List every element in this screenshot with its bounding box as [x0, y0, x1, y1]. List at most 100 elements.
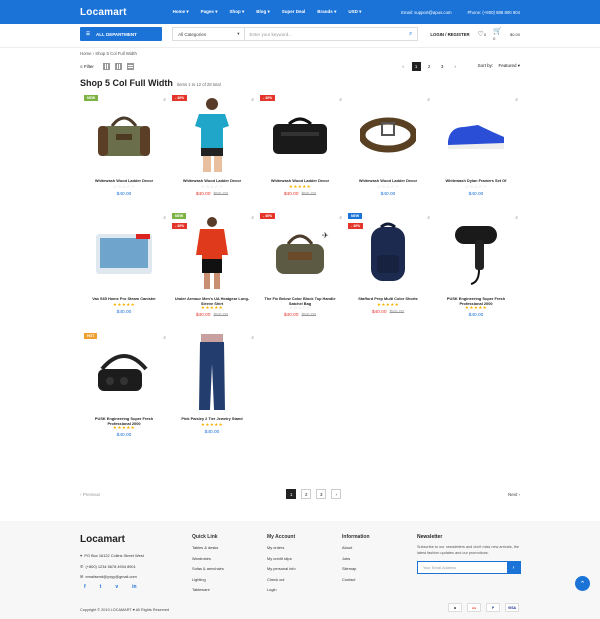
product-card[interactable]: ⌕ Whitewash Wood Ladder Decor ☆☆☆☆☆ $40.…	[344, 95, 432, 205]
product-image-jeans[interactable]	[176, 333, 248, 413]
email-text[interactable]: Email: support@apus.com	[401, 10, 451, 15]
dense-grid-view-icon[interactable]	[114, 62, 122, 70]
sort-select[interactable]: Sort by: Featured ▾	[478, 63, 520, 69]
footer-link[interactable]: Tableware	[192, 585, 224, 596]
nav-blog[interactable]: Blog ▾	[256, 9, 270, 15]
next-link[interactable]: Next ›	[508, 492, 520, 497]
footer-link[interactable]: Check out	[267, 575, 296, 586]
product-card[interactable]: ⌕ Whitewash Dylan Framers Set Of ☆☆☆☆☆ $…	[432, 95, 520, 205]
product-name[interactable]: Whitewash Wood Ladder Decor	[172, 178, 252, 183]
product-name[interactable]: Pink Paisley 2 Tier Jewelry Stand	[172, 416, 252, 421]
facebook-icon[interactable]: f	[84, 584, 86, 590]
footer-phone[interactable]: (+800) 1234 5678 4934 8901	[85, 564, 135, 569]
cart-icon[interactable]: 🛒0	[493, 27, 503, 42]
send-icon[interactable]: ›	[507, 562, 520, 573]
footer-email[interactable]: emailsend@yoyy@gmail.com	[85, 574, 136, 579]
footer-link[interactable]: Sitemap	[342, 564, 370, 575]
footer-link[interactable]: Lighting	[192, 575, 224, 586]
footer-link[interactable]: About	[342, 543, 370, 554]
product-card[interactable]: ⌕ Vax S65 Home Pro Steam Canister ★★★★★ …	[80, 213, 168, 323]
product-image-blue-sneaker[interactable]	[440, 95, 512, 175]
prev-page-icon[interactable]: ‹	[399, 62, 408, 71]
page-1[interactable]: 1	[286, 489, 297, 499]
footer-link[interactable]: My orders	[267, 543, 296, 554]
product-name[interactable]: Whitewash Dylan Framers Set Of	[436, 178, 516, 183]
quick-view-icon[interactable]: ⌕	[163, 335, 166, 341]
product-image-satchel-bag[interactable]: ✈	[264, 213, 336, 293]
footer-link[interactable]: Tables & desks	[192, 543, 224, 554]
footer-logo[interactable]: Locamart	[80, 534, 125, 545]
product-card[interactable]: ⌕ Pink Paisley 2 Tier Jewelry Stand ★★★★…	[168, 333, 256, 443]
quick-view-icon[interactable]: ⌕	[427, 97, 430, 103]
quick-view-icon[interactable]: ⌕	[339, 215, 342, 221]
product-name[interactable]: Stafford Prep Multi Color Shorts	[348, 296, 428, 301]
footer-link[interactable]: My personal info	[267, 564, 296, 575]
product-name[interactable]: Vax S65 Home Pro Steam Canister	[84, 296, 164, 301]
product-card[interactable]: ✈ - 40% ⌕ The Fix Below Color Block Top …	[256, 213, 344, 323]
product-image-vr-headset[interactable]	[88, 333, 160, 413]
quick-view-icon[interactable]: ⌕	[427, 215, 430, 221]
filter-button[interactable]: ≡ Filter	[80, 64, 94, 69]
product-image-hair-dryer[interactable]	[440, 213, 512, 293]
footer-link[interactable]: Sofas & armchairs	[192, 564, 224, 575]
footer-link[interactable]: My credit slips	[267, 554, 296, 565]
grid-view-icon[interactable]	[102, 62, 110, 70]
next-page-icon[interactable]: ›	[451, 62, 460, 71]
product-card[interactable]: NEW - 40% ⌕ Under Armour Men's UA Heatge…	[168, 213, 256, 323]
page-3[interactable]: 3	[316, 489, 327, 499]
site-logo[interactable]: Locamart	[80, 7, 127, 18]
list-view-icon[interactable]	[126, 62, 134, 70]
quick-view-icon[interactable]: ⌕	[163, 215, 166, 221]
back-to-top-button[interactable]: ⌃	[575, 576, 590, 591]
product-card[interactable]: - 40% ⌕ Whitewash Wood Ladder Decor ★★★★…	[256, 95, 344, 205]
quick-view-icon[interactable]: ⌕	[339, 97, 342, 103]
twitter-icon[interactable]: t	[100, 584, 102, 590]
nav-home[interactable]: Home ▾	[173, 9, 189, 15]
page-2[interactable]: 2	[425, 62, 434, 71]
page-2[interactable]: 2	[301, 489, 312, 499]
quick-view-icon[interactable]: ⌕	[515, 215, 518, 221]
product-card[interactable]: NEW - 40% ⌕ Stafford Prep Multi Color Sh…	[344, 213, 432, 323]
product-name[interactable]: Whitewash Wood Ladder Decor	[260, 178, 340, 183]
product-card[interactable]: ⌕ PUSK Engineering Super Fresh Professio…	[432, 213, 520, 323]
search-input[interactable]: Enter your keyword... ⌕	[244, 27, 419, 41]
product-card[interactable]: - 40% ⌕ Whitewash Wood Ladder Decor ☆☆☆☆…	[168, 95, 256, 205]
footer-link[interactable]: Login	[267, 585, 296, 596]
phone-text[interactable]: Phone: (+800) 888 800 904	[468, 10, 520, 15]
footer-link[interactable]: Contact	[342, 575, 370, 586]
nav-brands[interactable]: Brands ▾	[317, 9, 336, 15]
previous-link[interactable]: ‹ Previous	[80, 492, 100, 497]
nav-pages[interactable]: Pages ▾	[201, 9, 218, 15]
product-card[interactable]: NEW ⌕ Whitewash Wood Ladder Decor ☆☆☆☆☆ …	[80, 95, 168, 205]
nav-currency[interactable]: USD ▾	[348, 9, 361, 15]
quick-view-icon[interactable]: ⌕	[251, 335, 254, 341]
newsletter-email-input[interactable]: Your Email Address	[418, 562, 507, 573]
product-image-black-bag[interactable]	[264, 95, 336, 175]
nav-super-deal[interactable]: Super Deal	[282, 9, 306, 15]
category-select[interactable]: All Categories ▾	[172, 27, 245, 41]
product-image-blue-tshirt[interactable]	[176, 95, 248, 175]
product-name[interactable]: Whitewash Wood Ladder Decor	[348, 178, 428, 183]
all-department-button[interactable]: ☰ ALL DEPARTMENT	[80, 27, 163, 41]
footer-link[interactable]: Jobs	[342, 554, 370, 565]
quick-view-icon[interactable]: ⌕	[163, 97, 166, 103]
vimeo-icon[interactable]: v	[115, 584, 118, 590]
product-image-duffel-bag[interactable]	[88, 95, 160, 175]
breadcrumb[interactable]: Home › Shop 5 Col Full Width	[80, 51, 137, 56]
product-name[interactable]: Whitewash Wood Ladder Decor	[84, 178, 164, 183]
quick-view-icon[interactable]: ⌕	[251, 97, 254, 103]
nav-shop[interactable]: Shop ▾	[229, 9, 244, 15]
wishlist-icon[interactable]: ♡0	[478, 30, 487, 38]
search-icon[interactable]: ⌕	[409, 31, 412, 38]
quick-view-icon[interactable]: ⌕	[515, 97, 518, 103]
quick-view-icon[interactable]: ⌕	[251, 215, 254, 221]
linkedin-icon[interactable]: in	[132, 584, 136, 590]
product-card[interactable]: HOT ⌕ PUSK Engineering Super Fresh Profe…	[80, 333, 168, 443]
product-image-steam-canister[interactable]	[88, 213, 160, 293]
page-1[interactable]: 1	[411, 61, 421, 71]
login-register-link[interactable]: LOGIN / REGISTER	[430, 32, 469, 37]
page-3[interactable]: 3	[438, 62, 447, 71]
footer-link[interactable]: Wardrobes	[192, 554, 224, 565]
product-image-belt[interactable]	[352, 95, 424, 175]
next-page-icon[interactable]: ›	[331, 489, 342, 499]
